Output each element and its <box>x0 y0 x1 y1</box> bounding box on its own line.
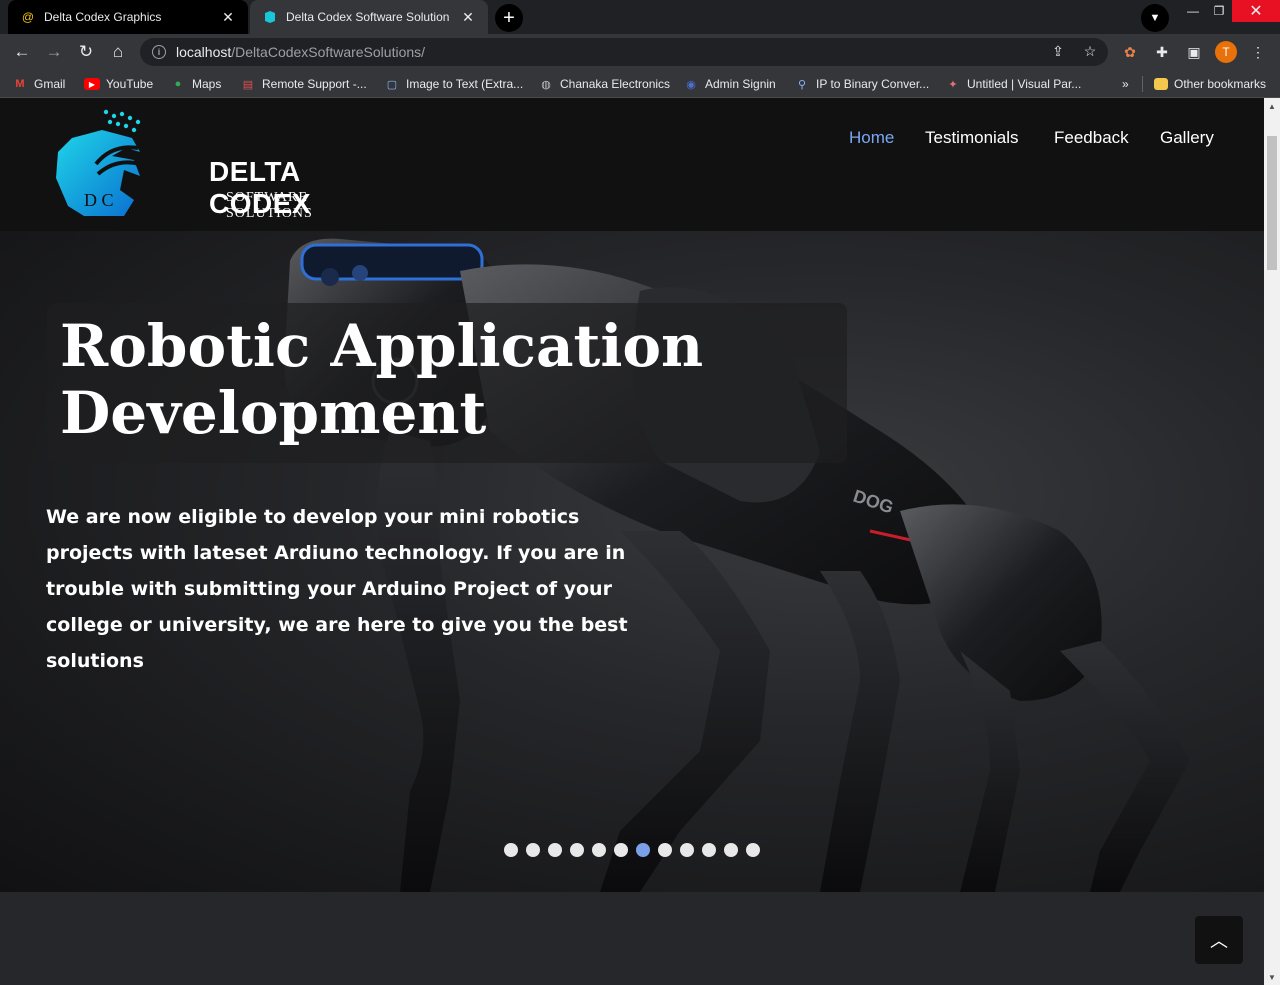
reload-icon[interactable]: ↻ <box>74 40 98 64</box>
network-icon: ⚲ <box>797 78 807 91</box>
admin-icon: ◉ <box>686 78 696 91</box>
carousel-dot[interactable] <box>504 843 518 857</box>
carousel-dot[interactable] <box>724 843 738 857</box>
site-header: D C DELTA CODEX SOFTWARE SOLUTIONS Home … <box>0 98 1264 231</box>
back-arrow-icon[interactable]: ← <box>10 40 34 64</box>
folder-icon <box>1154 78 1168 90</box>
home-icon[interactable]: ⌂ <box>106 40 130 64</box>
gmail-icon: M <box>15 78 25 90</box>
hero-description: We are now eligible to develop your mini… <box>46 506 628 672</box>
bookmark-star-icon[interactable]: ☆ <box>1080 41 1100 61</box>
bookmark-label: Chanaka Electronics <box>560 77 671 91</box>
carousel-dot[interactable] <box>702 843 716 857</box>
brand-subtitle: SOFTWARE SOLUTIONS <box>226 190 313 221</box>
delta-codex-logo-icon: D C <box>56 109 141 216</box>
tab-favicon-icon <box>262 9 278 25</box>
url-text: localhost/DeltaCodexSoftwareSolutions/ <box>176 44 426 60</box>
browser-toolbar: ← → ↻ ⌂ i localhost/DeltaCodexSoftwareSo… <box>0 34 1280 70</box>
restore-window-icon[interactable]: ❐ <box>1204 0 1234 22</box>
bookmarks-bar: M Gmail ▶ YouTube ● Maps ▤ Remote Suppor… <box>0 70 1280 98</box>
scroll-up-arrow-icon[interactable]: ▲ <box>1268 102 1276 111</box>
tab-favicon-icon: @ <box>21 10 35 24</box>
forward-arrow-icon[interactable]: → <box>42 40 66 64</box>
hero-title: Robotic Application Development <box>60 312 704 447</box>
address-bar[interactable]: i localhost/DeltaCodexSoftwareSolutions/ <box>140 38 1108 66</box>
bookmark-youtube[interactable]: ▶ YouTube <box>84 75 153 93</box>
bookmark-label: YouTube <box>106 77 154 91</box>
extensions-puzzle-icon[interactable]: ✚ <box>1152 42 1172 62</box>
bookmark-ip-to-binary[interactable]: ⚲ IP to Binary Conver... <box>794 75 929 93</box>
carousel-dot-active[interactable] <box>636 843 650 857</box>
page-scrollbar[interactable]: ▲ ▼ <box>1264 98 1280 985</box>
site-info-icon[interactable]: i <box>152 45 166 59</box>
scrollbar-thumb[interactable] <box>1267 136 1277 270</box>
bookmark-untitled-visual-paradigm[interactable]: ✦ Untitled | Visual Par... <box>945 75 1081 93</box>
image-to-text-icon: ▢ <box>386 78 398 91</box>
tab-title: Delta Codex Software Solution <box>286 10 450 24</box>
tab-delta-codex-graphics[interactable]: @ Delta Codex Graphics ✕ <box>8 0 248 34</box>
carousel-dot[interactable] <box>658 843 672 857</box>
carousel-dot[interactable] <box>526 843 540 857</box>
carousel-dot[interactable] <box>548 843 562 857</box>
site-logo[interactable]: D C DELTA CODEX SOFTWARE SOLUTIONS <box>54 108 364 223</box>
bookmark-gmail[interactable]: M Gmail <box>12 75 65 93</box>
menu-kebab-icon[interactable]: ⋮ <box>1248 42 1268 62</box>
carousel-indicators <box>504 843 768 857</box>
maps-icon: ● <box>174 78 182 90</box>
close-tab-icon[interactable]: ✕ <box>220 9 236 25</box>
carousel-dot[interactable] <box>746 843 760 857</box>
bookmarks-overflow-icon[interactable]: » <box>1122 75 1129 93</box>
bookmark-remote-support[interactable]: ▤ Remote Support -... <box>240 75 367 93</box>
next-section <box>0 892 1264 985</box>
scroll-to-top-button[interactable]: ︿ <box>1195 916 1243 964</box>
carousel-dot[interactable] <box>592 843 606 857</box>
web-page: D C DELTA CODEX SOFTWARE SOLUTIONS Home … <box>0 98 1264 985</box>
bookmark-admin-signin[interactable]: ◉ Admin Signin <box>683 75 776 93</box>
close-tab-icon[interactable]: ✕ <box>460 9 476 25</box>
close-window-icon[interactable]: ✕ <box>1232 0 1280 22</box>
nav-home[interactable]: Home <box>849 128 894 148</box>
bookmark-label: Maps <box>192 77 222 91</box>
share-icon[interactable]: ⇪ <box>1048 41 1068 61</box>
bookmark-maps[interactable]: ● Maps <box>170 75 222 93</box>
carousel-dot[interactable] <box>680 843 694 857</box>
bookmark-label: Untitled | Visual Par... <box>967 77 1082 91</box>
globe-icon: ◍ <box>541 78 551 91</box>
cookie-extension-icon[interactable]: ✿ <box>1120 42 1140 62</box>
profile-avatar[interactable]: T <box>1215 41 1237 63</box>
tab-delta-codex-software-solution[interactable]: Delta Codex Software Solution ✕ <box>250 0 488 34</box>
tab-strip: @ Delta Codex Graphics ✕ Delta Codex Sof… <box>0 0 1280 34</box>
nav-testimonials[interactable]: Testimonials <box>925 128 1019 148</box>
scroll-down-arrow-icon[interactable]: ▼ <box>1268 973 1276 982</box>
chevron-up-icon: ︿ <box>1210 931 1228 951</box>
nav-feedback[interactable]: Feedback <box>1054 128 1129 148</box>
bookmark-label: Other bookmarks <box>1174 77 1267 91</box>
youtube-icon: ▶ <box>84 78 100 90</box>
side-panel-icon[interactable]: ▣ <box>1184 42 1204 62</box>
bookmark-label: Image to Text (Extra... <box>406 77 524 91</box>
bookmark-label: Remote Support -... <box>262 77 367 91</box>
tab-title: Delta Codex Graphics <box>44 10 162 24</box>
bookmark-label: Gmail <box>34 77 66 91</box>
carousel-dot[interactable] <box>614 843 628 857</box>
other-bookmarks[interactable]: Other bookmarks <box>1154 75 1266 93</box>
bookmark-chanaka-electronics[interactable]: ◍ Chanaka Electronics <box>538 75 670 93</box>
new-tab-button[interactable]: + <box>495 4 523 32</box>
bookmark-label: IP to Binary Conver... <box>816 77 930 91</box>
carousel-dot[interactable] <box>570 843 584 857</box>
svg-text:D C: D C <box>84 190 114 210</box>
hero-carousel: DOG Robotic Application Development We a… <box>0 231 1264 892</box>
bookmark-separator <box>1142 76 1143 92</box>
tab-search-button[interactable]: ▼ <box>1141 4 1169 32</box>
bookmark-image-to-text[interactable]: ▢ Image to Text (Extra... <box>384 75 523 93</box>
bookmark-label: Admin Signin <box>705 77 776 91</box>
remote-support-icon: ▤ <box>242 78 254 91</box>
visual-paradigm-icon: ✦ <box>948 78 958 91</box>
nav-gallery[interactable]: Gallery <box>1160 128 1214 148</box>
